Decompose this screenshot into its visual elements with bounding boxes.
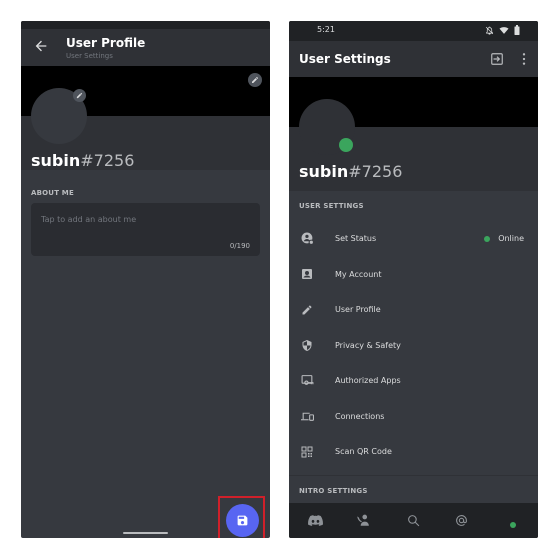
menu-label: Connections (335, 411, 385, 421)
highlight-box (218, 496, 265, 538)
about-me-placeholder: Tap to add an about me (41, 215, 137, 224)
app-bar: User Settings (289, 41, 538, 77)
shield-icon (300, 338, 314, 352)
battery-icon (514, 25, 520, 35)
menu-item-user-profile[interactable]: User Profile (289, 292, 538, 328)
menu-label: Privacy & Safety (335, 340, 401, 350)
menu-item-connections[interactable]: Connections (289, 399, 538, 435)
username-name: subin (299, 162, 349, 181)
pencil-icon (252, 77, 258, 83)
edit-avatar-button[interactable] (73, 89, 86, 102)
mentions-icon[interactable] (453, 512, 469, 528)
username: subin#7256 (31, 151, 134, 170)
status-bar: 5:21 (289, 21, 538, 41)
section-divider (289, 475, 538, 476)
page-title: User Settings (299, 52, 391, 66)
discriminator: #7256 (80, 151, 135, 170)
about-me-label: ABOUT ME (31, 189, 74, 197)
online-status-indicator (339, 138, 353, 152)
logout-icon[interactable] (490, 52, 504, 66)
page-subtitle: User Settings (66, 52, 113, 60)
menu-label: Authorized Apps (335, 376, 401, 386)
qr-code-icon (300, 445, 314, 459)
devices-icon (300, 409, 314, 423)
search-icon[interactable] (405, 512, 421, 528)
settings-menu: Set Status Online My Account User Profil… (289, 221, 538, 470)
friends-icon[interactable] (355, 512, 371, 528)
user-profile-screen: User Profile User Settings subin#7256 AB… (21, 21, 270, 538)
edit-banner-button[interactable] (248, 73, 262, 87)
menu-item-authorized-apps[interactable]: Authorized Apps (289, 363, 538, 399)
profile-status-icon[interactable] (505, 512, 521, 528)
about-me-input[interactable]: Tap to add an about me 0/190 (31, 203, 260, 256)
discord-home-icon[interactable] (307, 512, 323, 528)
current-status: Online (484, 234, 524, 243)
menu-label: My Account (335, 269, 382, 279)
page-title: User Profile (66, 36, 146, 50)
menu-item-set-status[interactable]: Set Status Online (289, 221, 538, 257)
app-bar: User Profile User Settings (21, 29, 270, 66)
wifi-icon (499, 26, 509, 34)
username: subin#7256 (299, 162, 402, 181)
clock: 5:21 (317, 25, 335, 34)
menu-label: Scan QR Code (335, 447, 392, 457)
username-name: subin (31, 151, 81, 170)
discriminator: #7256 (348, 162, 403, 181)
back-arrow-icon[interactable] (33, 38, 49, 54)
home-indicator[interactable] (123, 532, 168, 534)
status-bar (21, 21, 270, 29)
account-icon (300, 267, 314, 281)
char-counter: 0/190 (229, 242, 250, 250)
pencil-icon (76, 92, 83, 99)
section-nitro-settings: NITRO SETTINGS (299, 487, 368, 495)
status-text: Online (498, 234, 524, 244)
set-status-icon (300, 232, 314, 246)
user-settings-screen: 5:21 User Settings subin#7256 USER SETTI… (289, 21, 538, 538)
notifications-off-icon (485, 26, 494, 35)
pencil-icon (300, 303, 314, 317)
menu-label: User Profile (335, 305, 381, 315)
menu-item-my-account[interactable]: My Account (289, 257, 538, 293)
menu-item-privacy-safety[interactable]: Privacy & Safety (289, 328, 538, 364)
more-vert-icon[interactable] (520, 52, 528, 66)
menu-item-scan-qr-code[interactable]: Scan QR Code (289, 434, 538, 470)
online-dot (484, 235, 491, 242)
authorized-apps-icon (300, 374, 314, 388)
section-user-settings: USER SETTINGS (299, 202, 364, 210)
menu-label: Set Status (335, 234, 377, 244)
bottom-navigation (289, 503, 538, 538)
